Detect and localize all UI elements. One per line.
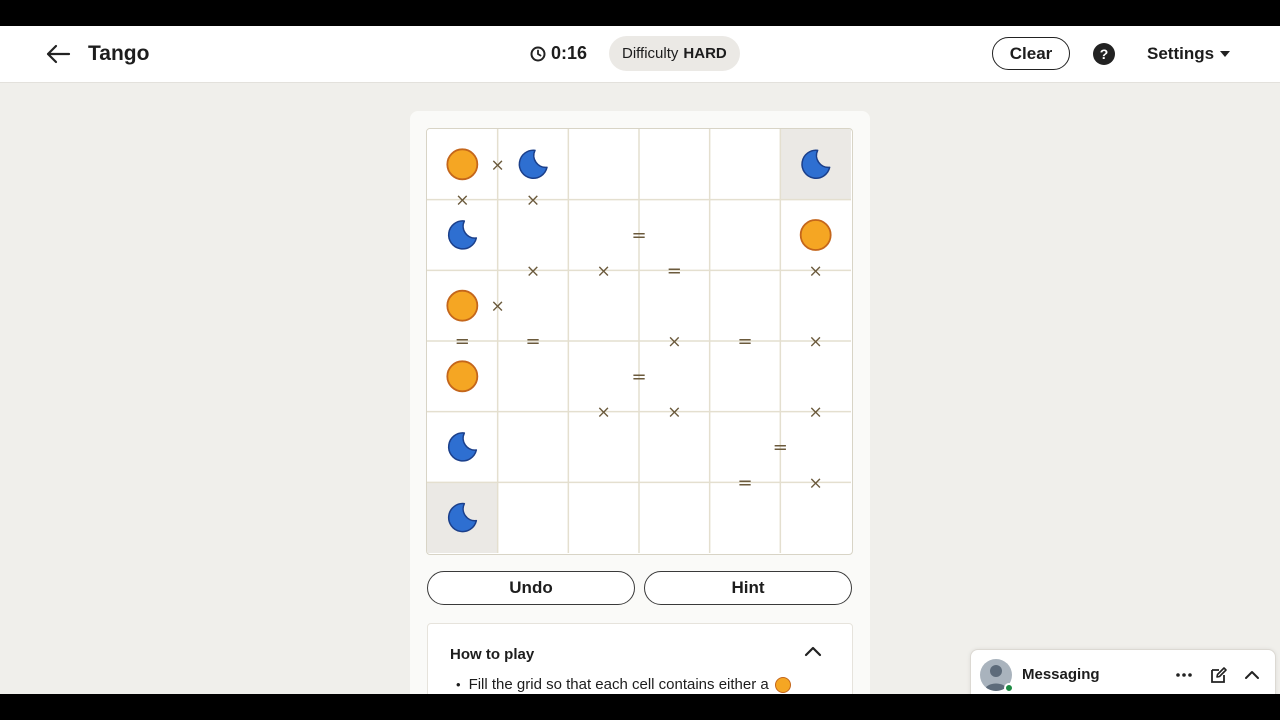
cross-sign-icon: × xyxy=(809,332,823,352)
chevron-up-icon[interactable] xyxy=(804,644,824,660)
clock-icon xyxy=(530,46,546,61)
difficulty-label: Difficulty xyxy=(622,45,679,62)
timer: 0:16 xyxy=(530,43,587,64)
cross-sign-icon: × xyxy=(491,155,505,175)
settings-label: Settings xyxy=(1147,44,1215,63)
cross-sign-icon: × xyxy=(597,261,611,281)
sun-icon xyxy=(799,219,832,251)
clear-button[interactable]: Clear xyxy=(992,37,1070,70)
cross-sign-icon: × xyxy=(667,403,681,423)
board-svg: × = × = = × × × × = × = = × = × × × × = × xyxy=(427,129,851,553)
cross-sign-icon: × xyxy=(526,261,540,281)
board-cell[interactable] xyxy=(639,129,710,200)
more-options-icon[interactable] xyxy=(1174,665,1194,685)
board-cell[interactable] xyxy=(568,129,639,200)
cross-sign-icon: × xyxy=(526,191,540,211)
board-cell[interactable] xyxy=(497,482,569,553)
cross-sign-icon: × xyxy=(809,473,823,493)
chevron-up-icon[interactable] xyxy=(1242,665,1262,685)
board-cell[interactable] xyxy=(709,199,781,271)
difficulty-badge: Difficulty HARD xyxy=(609,36,740,71)
cross-sign-icon: × xyxy=(597,403,611,423)
board-cell[interactable] xyxy=(568,341,639,412)
undo-button[interactable]: Undo xyxy=(427,571,635,605)
sun-icon xyxy=(774,676,791,693)
online-status-icon xyxy=(1004,683,1014,693)
how-to-play-title: How to play xyxy=(450,646,535,663)
equal-sign-icon: = xyxy=(631,366,646,387)
app-viewport: Tango 0:16 Difficulty HARD Clear ? Setti… xyxy=(0,26,1280,694)
board-cell[interactable] xyxy=(639,482,710,553)
settings-dropdown[interactable]: Settings xyxy=(1147,44,1231,64)
equal-sign-icon: = xyxy=(773,437,788,458)
hint-button[interactable]: Hint xyxy=(644,571,852,605)
board-cell[interactable] xyxy=(709,129,781,200)
messaging-bar: Messaging xyxy=(970,649,1276,694)
sun-icon xyxy=(446,289,479,322)
equal-sign-icon: = xyxy=(631,225,646,246)
equal-sign-icon: = xyxy=(455,331,470,352)
rule-text: Fill the grid so that each cell contains… xyxy=(468,676,769,693)
timer-value: 0:16 xyxy=(551,43,588,63)
cross-sign-icon: × xyxy=(455,191,469,211)
help-icon[interactable]: ? xyxy=(1093,43,1115,65)
board-cell[interactable] xyxy=(568,199,639,271)
messaging-label[interactable]: Messaging xyxy=(1022,666,1100,683)
back-arrow-icon[interactable] xyxy=(44,40,72,68)
board-cell[interactable] xyxy=(497,411,569,483)
game-board: × = × = = × × × × = × = = × = × × × × = × xyxy=(426,128,853,555)
equal-sign-icon: = xyxy=(525,331,540,352)
game-panel: × = × = = × × × × = × = = × = × × × × = × Undo Hint How to p… xyxy=(410,111,870,694)
equal-sign-icon: = xyxy=(737,331,752,352)
equal-sign-icon: = xyxy=(667,260,682,281)
bullet: • xyxy=(456,677,461,692)
caret-down-icon xyxy=(1220,51,1231,57)
equal-sign-icon: = xyxy=(737,472,752,493)
sun-icon xyxy=(446,148,479,181)
rule-item: • Fill the grid so that each cell contai… xyxy=(456,676,791,693)
top-header: Tango 0:16 Difficulty HARD Clear ? Setti… xyxy=(0,26,1280,83)
compose-icon[interactable] xyxy=(1209,665,1229,685)
cross-sign-icon: × xyxy=(809,403,823,423)
difficulty-value: HARD xyxy=(683,45,727,62)
how-to-play-section: How to play • Fill the grid so that each… xyxy=(427,623,853,694)
cross-sign-icon: × xyxy=(667,332,681,352)
cross-sign-icon: × xyxy=(491,297,505,317)
game-title: Tango xyxy=(88,42,150,65)
board-cell[interactable] xyxy=(568,482,639,553)
cross-sign-icon: × xyxy=(809,261,823,281)
sun-icon xyxy=(446,360,479,393)
